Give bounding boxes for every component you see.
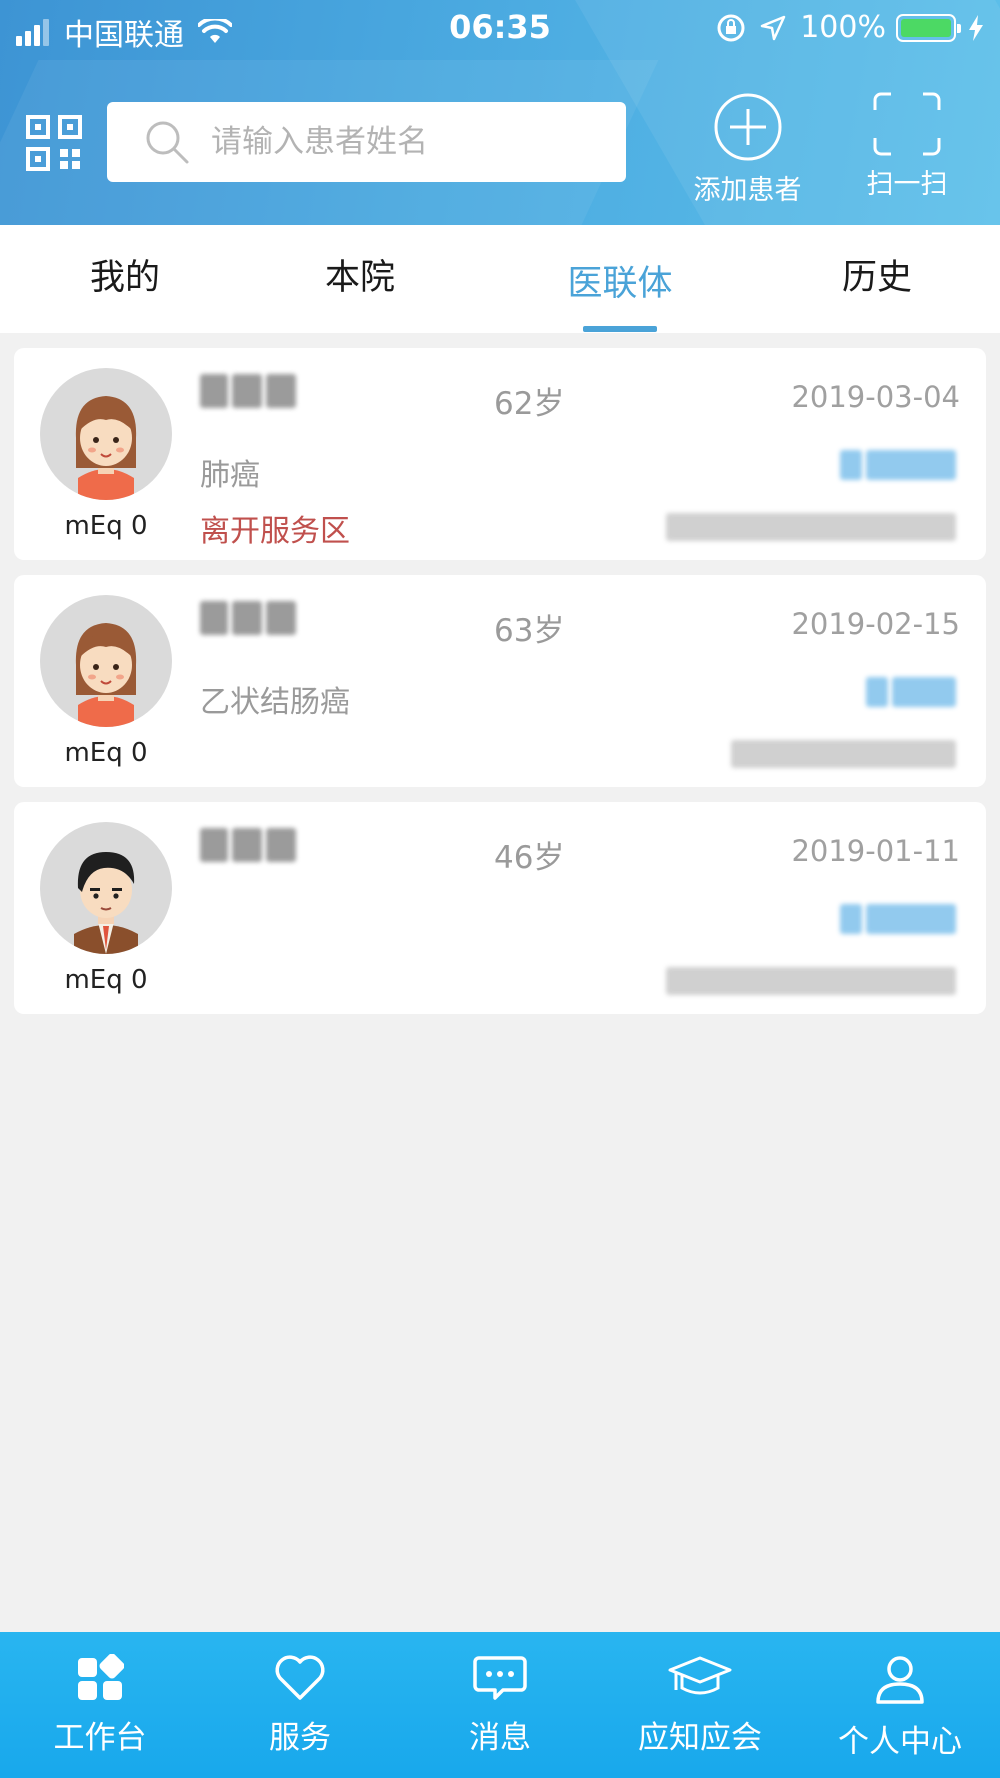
scan-label: 扫一扫: [866, 169, 948, 200]
battery-percent: 100%: [800, 10, 886, 45]
nav-label: 应知应会: [638, 1720, 762, 1756]
meq-value: mEq 0: [64, 511, 148, 541]
patient-name-redacted: [200, 828, 320, 868]
patient-date: 2019-03-04: [791, 380, 960, 414]
search-icon: [146, 121, 189, 164]
grid-icon: [78, 1654, 124, 1700]
heart-icon: [275, 1655, 325, 1700]
search-input[interactable]: [211, 124, 591, 160]
qr-code-button[interactable]: [26, 115, 82, 171]
nav-service[interactable]: 服务: [200, 1654, 400, 1757]
patient-age: 46岁: [494, 840, 565, 876]
patient-diagnosis: 肺癌: [200, 458, 260, 493]
location-arrow-icon: [760, 15, 786, 40]
patient-name-redacted: [200, 601, 320, 641]
qr-code-icon: [26, 115, 82, 171]
battery-icon: [896, 13, 961, 42]
rotation-lock-icon: [717, 14, 745, 41]
tab-bar: 我的 本院 医联体 历史: [0, 225, 1000, 333]
patient-date: 2019-02-15: [791, 607, 960, 641]
patient-diagnosis: 乙状结肠癌: [200, 685, 350, 720]
meq-value: mEq 0: [64, 738, 148, 768]
add-patient-label: 添加患者: [693, 175, 802, 206]
plus-circle-icon: [714, 93, 781, 161]
doctor-info-redacted: [840, 904, 960, 936]
scan-button[interactable]: 扫一扫: [857, 92, 957, 201]
tab-medical-alliance[interactable]: 医联体: [495, 225, 745, 333]
male-avatar: [40, 822, 172, 954]
status-bar: 中国联通 06:35 100%: [0, 0, 1000, 56]
nav-label: 消息: [469, 1720, 531, 1756]
active-tab-indicator: [583, 326, 657, 332]
charging-bolt-icon: [969, 14, 983, 41]
message-icon: [473, 1656, 527, 1700]
patient-card[interactable]: mEq 0 46岁 2019-01-11: [14, 802, 986, 1014]
hospital-info-redacted: [666, 967, 960, 997]
person-icon: [876, 1656, 924, 1704]
patient-date: 2019-01-11: [791, 834, 960, 868]
tab-mine[interactable]: 我的: [0, 225, 250, 333]
doctor-info-redacted: [840, 450, 960, 482]
scan-frame-icon: [873, 92, 941, 156]
patient-card[interactable]: mEq 0 63岁 2019-02-15 乙状结肠癌: [14, 575, 986, 787]
hospital-info-redacted: [731, 740, 960, 770]
graduation-cap-icon: [668, 1656, 732, 1695]
nav-label: 服务: [269, 1720, 331, 1756]
search-box[interactable]: [107, 102, 626, 182]
patient-list: mEq 0 62岁 2019-03-04 肺癌 离开服务区 mEq 0 63岁 …: [14, 348, 986, 1029]
doctor-info-redacted: [866, 677, 960, 709]
patient-name-redacted: [200, 374, 320, 414]
nav-label: 个人中心: [838, 1724, 962, 1760]
female-avatar: [40, 595, 172, 727]
nav-label: 工作台: [53, 1720, 147, 1756]
nav-profile[interactable]: 个人中心: [800, 1654, 1000, 1761]
tab-history[interactable]: 历史: [752, 225, 1000, 333]
patient-card[interactable]: mEq 0 62岁 2019-03-04 肺癌 离开服务区: [14, 348, 986, 560]
hospital-info-redacted: [666, 513, 960, 543]
patient-status: 离开服务区: [200, 514, 350, 549]
app-header: 中国联通 06:35 100% 请输入患者姓名 添加患者 扫一扫: [0, 0, 1000, 225]
patient-age: 62岁: [494, 386, 565, 422]
nav-knowledge[interactable]: 应知应会: [600, 1654, 800, 1757]
add-patient-button[interactable]: 添加患者: [690, 92, 805, 207]
patient-age: 63岁: [494, 613, 565, 649]
nav-messages[interactable]: 消息: [400, 1654, 600, 1757]
meq-value: mEq 0: [64, 965, 148, 995]
female-avatar: [40, 368, 172, 500]
nav-workbench[interactable]: 工作台: [0, 1654, 200, 1757]
bottom-nav: 工作台 服务 消息 应知应会 个人中心: [0, 1632, 1000, 1778]
tab-this-hospital[interactable]: 本院: [235, 225, 485, 333]
